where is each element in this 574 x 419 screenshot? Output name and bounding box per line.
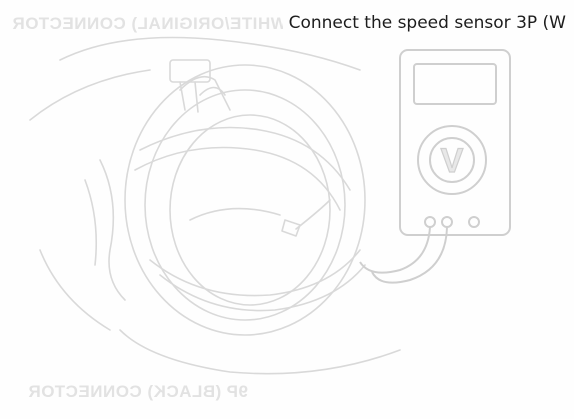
caption-text: Connect the speed sensor 3P (W	[282, 13, 566, 33]
mirrored-connector-label-top: (WHITE/ORIGINAL) CONNECTOR	[12, 14, 293, 33]
mirrored-connector-label-bottom: 9P (BLACK) CONNECTOR	[28, 382, 248, 401]
wiring-illustration: V	[29, 36, 511, 375]
meter-symbol: V	[441, 142, 464, 180]
page: V (WHITE/ORIGINAL) CONNECTOR 9P (BLACK) …	[0, 0, 574, 419]
multimeter-icon	[359, 49, 511, 284]
